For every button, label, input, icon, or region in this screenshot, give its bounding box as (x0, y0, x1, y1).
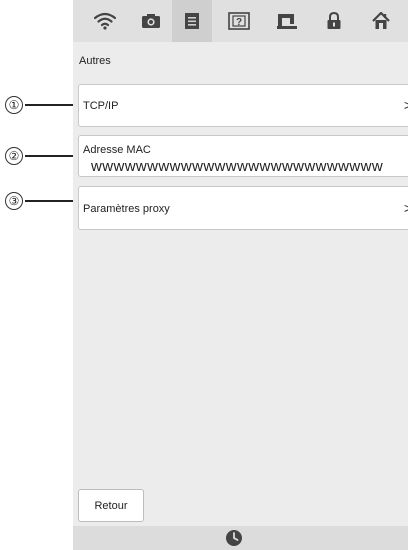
device-screen: ? Autres TCP/IP > Adresse MAC wwwwwwwwww… (73, 0, 408, 550)
mac-address-value: wwwwwwwwwwwwwwwwwwwwwwwwww (91, 158, 384, 175)
lock-icon[interactable] (314, 0, 354, 42)
mac-address-row: Adresse MAC wwwwwwwwwwwwwwwwwwwwwwwwww (78, 135, 408, 177)
bottom-bar (73, 526, 408, 550)
mac-address-label: Adresse MAC (83, 144, 151, 156)
chevron-right-icon: > (403, 97, 408, 113)
wifi-icon[interactable] (85, 0, 125, 42)
help-icon[interactable]: ? (219, 0, 259, 42)
callout-3: ③ (5, 192, 23, 210)
chevron-right-icon: > (403, 200, 408, 216)
clock-icon[interactable] (225, 529, 243, 550)
proxy-settings-label: Paramètres proxy (83, 203, 170, 215)
proxy-settings-row[interactable]: Paramètres proxy > (78, 186, 408, 230)
callout-1-line (25, 104, 80, 106)
back-button[interactable]: Retour (78, 489, 144, 522)
camera-icon[interactable] (131, 0, 171, 42)
tcpip-label: TCP/IP (83, 100, 119, 112)
screen-title: Autres (79, 55, 111, 67)
callout-1: ① (5, 96, 23, 114)
top-toolbar: ? (73, 0, 408, 42)
callout-3-line (25, 200, 80, 202)
page: ① ② ③ ? Autres TCP/IP > Adresse MAC wwww… (0, 0, 408, 550)
home-icon[interactable] (361, 0, 401, 42)
callout-2-line (25, 155, 80, 157)
svg-text:?: ? (236, 17, 242, 28)
sewing-machine-icon[interactable] (267, 0, 307, 42)
tcpip-row[interactable]: TCP/IP > (78, 84, 408, 127)
callout-2: ② (5, 147, 23, 165)
document-icon[interactable] (172, 0, 212, 42)
